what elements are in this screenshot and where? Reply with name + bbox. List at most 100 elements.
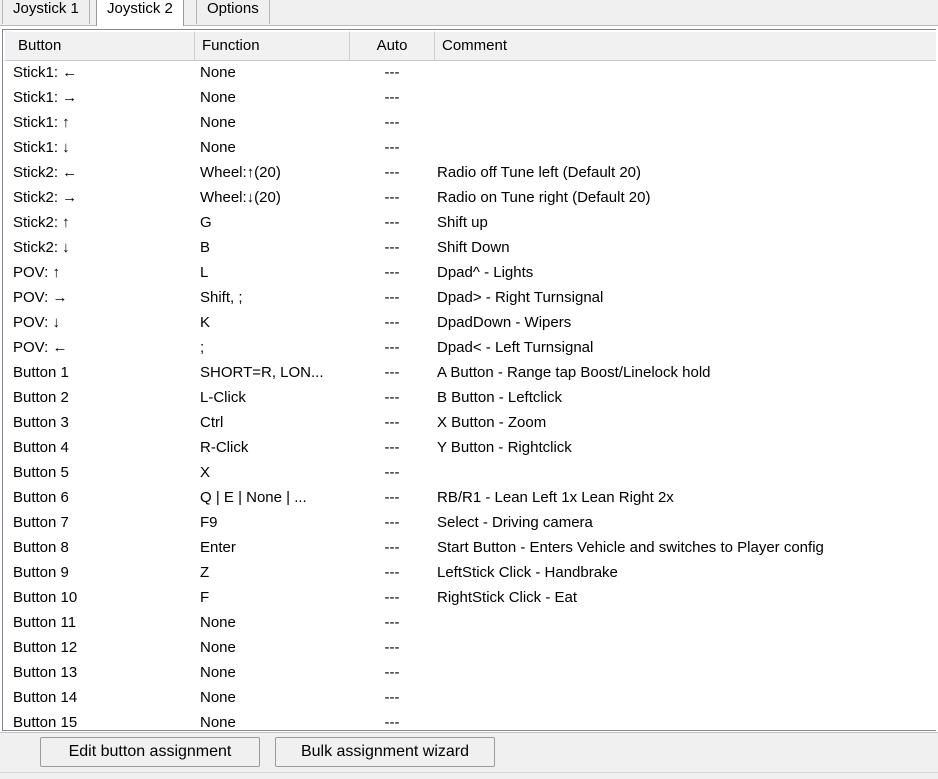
cell-comment: Select - Driving camera xyxy=(437,514,593,531)
bulk-assignment-wizard-button[interactable]: Bulk assignment wizard xyxy=(275,737,495,767)
table-row[interactable]: Button 14 None --- xyxy=(5,686,936,711)
cell-comment: Dpad> - Right Turnsignal xyxy=(437,289,604,306)
button-assignment-listview[interactable]: Button Function Auto Comment Stick1: ← No… xyxy=(2,29,936,731)
cell-button: POV: → xyxy=(13,289,68,306)
cell-button: Stick1: ↓ xyxy=(13,139,70,156)
table-row[interactable]: Stick1: ← None --- xyxy=(5,61,936,86)
tab-joystick-2[interactable]: Joystick 2 xyxy=(96,0,184,26)
table-row[interactable]: Stick1: → None --- xyxy=(5,86,936,111)
cell-auto: --- xyxy=(384,614,400,631)
cell-function: None xyxy=(200,664,236,681)
table-row[interactable]: Button 11 None --- xyxy=(5,611,936,636)
column-header-button[interactable]: Button xyxy=(11,31,195,60)
cell-comment xyxy=(437,86,936,111)
cell-auto: --- xyxy=(384,89,400,106)
cell-button: Button 2 xyxy=(13,389,69,406)
cell-function: SHORT=R, LON... xyxy=(200,364,324,381)
cell-function: F9 xyxy=(200,514,218,531)
cell-function: B xyxy=(200,239,211,256)
cell-comment xyxy=(437,661,936,686)
cell-auto: --- xyxy=(384,514,400,531)
cell-button: Stick2: ← xyxy=(13,164,78,181)
cell-button: Button 11 xyxy=(13,614,77,631)
cell-auto: --- xyxy=(384,664,400,681)
column-header-function[interactable]: Function xyxy=(195,31,350,60)
cell-auto: --- xyxy=(384,589,400,606)
cell-function: Q | E | None | ... xyxy=(200,489,307,506)
cell-comment xyxy=(437,111,936,136)
table-row[interactable]: Button 12 None --- xyxy=(5,636,936,661)
cell-button: Stick1: → xyxy=(13,89,78,106)
table-row[interactable]: Button 5 X --- xyxy=(5,461,936,486)
table-row[interactable]: Stick1: ↓ None --- xyxy=(5,136,936,161)
table-row[interactable]: Stick2: ↓ B --- Shift Down xyxy=(5,236,936,261)
cell-function: Z xyxy=(200,564,210,581)
tab-options[interactable]: Options xyxy=(196,0,270,24)
table-row[interactable]: Button 10 F --- RightStick Click - Eat xyxy=(5,586,936,611)
cell-function: ; xyxy=(200,339,205,356)
cell-auto: --- xyxy=(384,464,400,481)
cell-button: Button 10 xyxy=(13,589,78,606)
cell-auto: --- xyxy=(384,639,400,656)
table-row[interactable]: Button 15 None --- xyxy=(5,711,936,730)
cell-auto: --- xyxy=(384,139,400,156)
cell-auto: --- xyxy=(384,189,400,206)
listview-inner: Button Function Auto Comment Stick1: ← No… xyxy=(5,31,936,730)
tab-joystick-1-label: Joystick 1 xyxy=(13,0,79,17)
cell-function: Wheel:↑(20) xyxy=(200,164,281,181)
table-row[interactable]: Stick2: ↑ G --- Shift up xyxy=(5,211,936,236)
edit-button-assignment-button[interactable]: Edit button assignment xyxy=(40,737,260,767)
cell-auto: --- xyxy=(384,239,400,256)
cell-button: Stick1: ← xyxy=(13,64,78,81)
table-row[interactable]: Button 9 Z --- LeftStick Click - Handbrake xyxy=(5,561,936,586)
table-row[interactable]: Stick2: ← Wheel:↑(20) --- Radio off Tune le… xyxy=(5,161,936,186)
cell-comment: Radio off Tune left (Default 20) xyxy=(437,164,642,181)
listview-header-row: Button Function Auto Comment xyxy=(5,31,936,61)
tab-page-joystick-2: Button Function Auto Comment Stick1: ← No… xyxy=(0,25,938,733)
cell-function: None xyxy=(200,64,236,81)
cell-button: Stick2: ↑ xyxy=(13,214,70,231)
tab-joystick-1[interactable]: Joystick 1 xyxy=(2,0,90,24)
cell-auto: --- xyxy=(384,689,400,706)
table-row[interactable]: POV: ←; --- Dpad< - Left Turnsignal xyxy=(5,336,936,361)
cell-auto: --- xyxy=(384,214,400,231)
cell-auto: --- xyxy=(384,414,400,431)
cell-comment: Shift Down xyxy=(437,239,510,256)
table-row[interactable]: Button 4 R-Click --- Y Button - Rightclick xyxy=(5,436,936,461)
table-row[interactable]: POV: → Shift, ; --- Dpad> - Right Turnsigna… xyxy=(5,286,936,311)
column-header-comment[interactable]: Comment xyxy=(435,31,936,60)
table-row[interactable]: Button 8 Enter --- Start Button - Enters Ve… xyxy=(5,536,936,561)
table-row[interactable]: Button 3 Ctrl --- X Button - Zoom xyxy=(5,411,936,436)
cell-button: Button 8 xyxy=(13,539,69,556)
cell-comment xyxy=(437,611,936,636)
table-row[interactable]: Button 6 Q | E | None | ... --- RB/R1 - Lea… xyxy=(5,486,936,511)
table-row[interactable]: POV: ↓ K --- DpadDown - Wipers xyxy=(5,311,936,336)
cell-auto: --- xyxy=(384,264,400,281)
cell-auto: --- xyxy=(384,389,400,406)
cell-button: Button 3 xyxy=(13,414,69,431)
cell-button: POV: ↓ xyxy=(13,314,60,331)
cell-auto: --- xyxy=(384,339,400,356)
cell-function: K xyxy=(200,314,211,331)
tab-options-label: Options xyxy=(207,0,259,17)
cell-auto: --- xyxy=(384,364,400,381)
table-row[interactable]: Stick2: → Wheel:↓(20) --- Radio on Tune rig… xyxy=(5,186,936,211)
cell-auto: --- xyxy=(384,314,400,331)
cell-comment xyxy=(437,461,936,486)
cell-comment: B Button - Leftclick xyxy=(437,389,563,406)
table-row[interactable]: Button 2 L-Click --- B Button - Leftclick xyxy=(5,386,936,411)
cell-function: None xyxy=(200,689,236,706)
table-row[interactable]: Button 13 None --- xyxy=(5,661,936,686)
cell-comment: RB/R1 - Lean Left 1x Lean Right 2x xyxy=(437,489,674,506)
table-row[interactable]: Stick1: ↑ None --- xyxy=(5,111,936,136)
table-row[interactable]: Button 1 SHORT=R, LON... --- A Button - Ran… xyxy=(5,361,936,386)
cell-auto: --- xyxy=(384,64,400,81)
cell-button: POV: ← xyxy=(13,339,68,356)
cell-comment: X Button - Zoom xyxy=(437,414,547,431)
table-row[interactable]: POV: ↑ L --- Dpad^ - Lights xyxy=(5,261,936,286)
tab-joystick-2-label: Joystick 2 xyxy=(107,0,173,17)
cell-comment: A Button - Range tap Boost/Linelock hold xyxy=(437,364,711,381)
table-row[interactable]: Button 7 F9 --- Select - Driving camera xyxy=(5,511,936,536)
listview-rows: Stick1: ← None --- Stick1: → None --- Stick1: … xyxy=(5,61,936,730)
column-header-auto[interactable]: Auto xyxy=(350,31,435,60)
